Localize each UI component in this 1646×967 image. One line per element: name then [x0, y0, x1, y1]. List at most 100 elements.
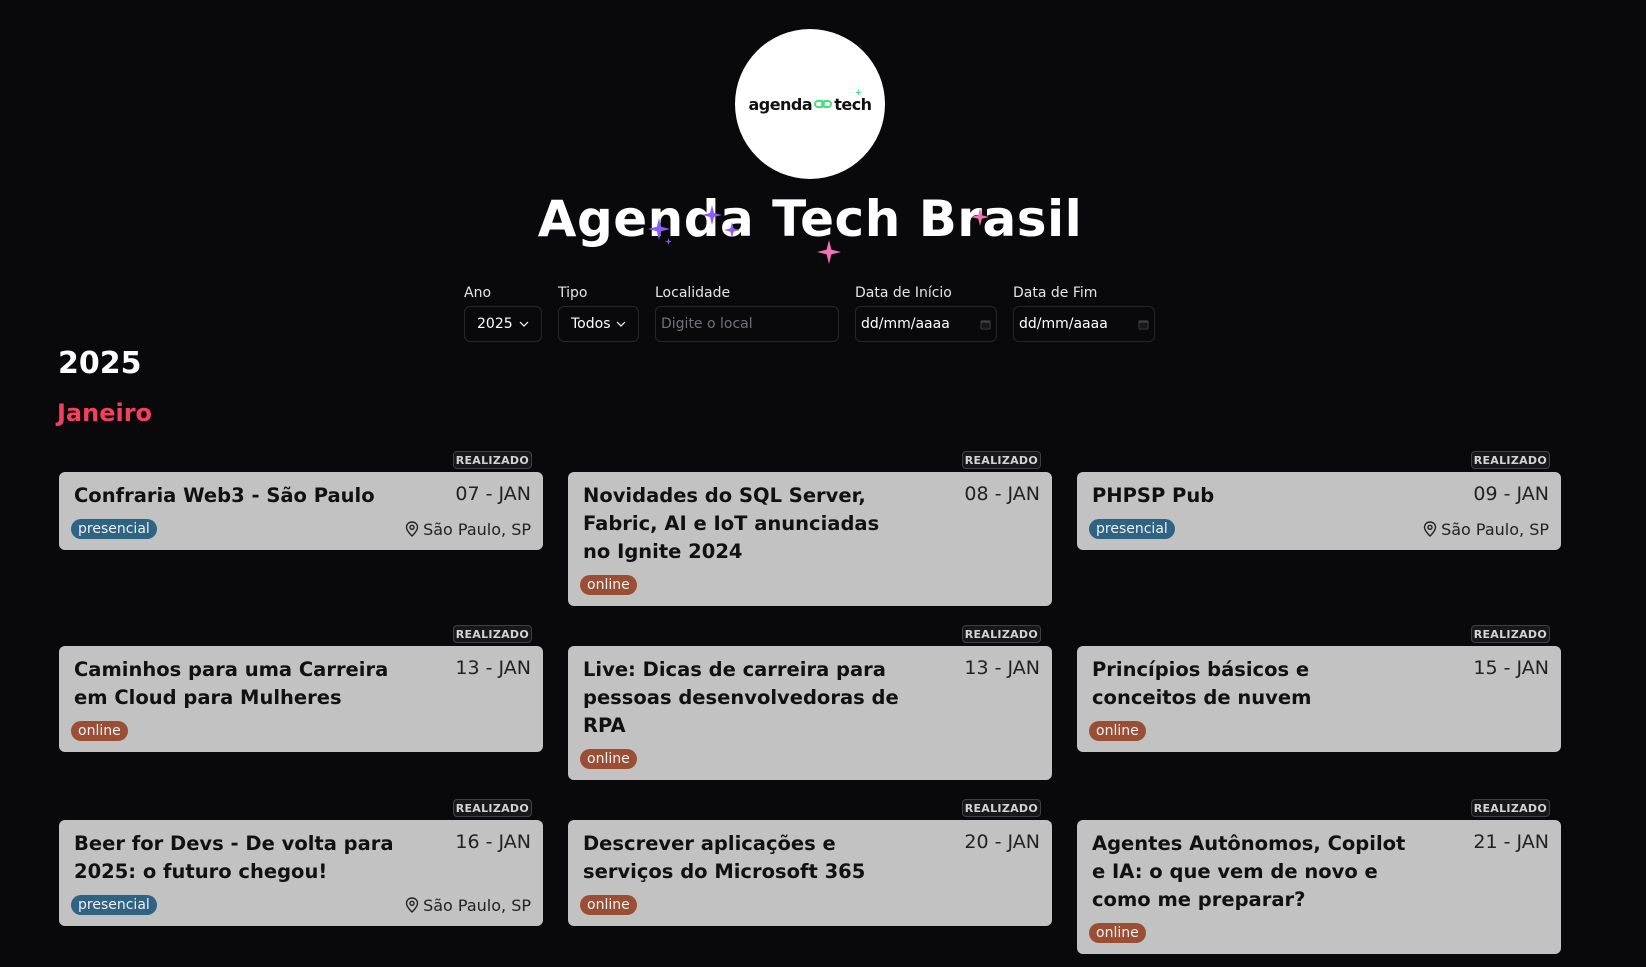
end-date-input[interactable]: dd/mm/aaaa — [1013, 306, 1155, 342]
event-title[interactable]: Beer for Devs - De volta para 2025: o fu… — [71, 830, 401, 886]
event-type-tag: online — [580, 895, 637, 915]
location-input-placeholder: Digite o local — [661, 316, 753, 332]
status-badge: REALIZADO — [961, 799, 1041, 817]
status-badge: REALIZADO — [961, 451, 1041, 469]
calendar-icon[interactable] — [1138, 319, 1149, 330]
status-badge: REALIZADO — [452, 625, 532, 643]
year-select-value: 2025 — [477, 316, 513, 332]
event-card-body[interactable]: PHPSP Pub 09 - JAN presencial São Paulo, SP — [1077, 472, 1561, 550]
event-date: 13 - JAN — [964, 657, 1040, 679]
start-date-input[interactable]: dd/mm/aaaa — [855, 306, 997, 342]
start-date-value: dd/mm/aaaa — [861, 316, 950, 332]
event-type-tag: presencial — [71, 895, 157, 915]
event-location: São Paulo, SP — [405, 520, 531, 539]
event-location-text: São Paulo, SP — [1441, 519, 1549, 539]
event-card[interactable]: REALIZADO Confraria Web3 - São Paulo 07 - … — [59, 451, 543, 550]
link-icon — [814, 100, 833, 108]
filter-tipo: Tipo Todos — [558, 285, 639, 342]
filter-localidade: Localidade Digite o local — [655, 285, 839, 342]
map-pin-icon — [1423, 521, 1437, 537]
event-card[interactable]: REALIZADO PHPSP Pub 09 - JAN presencial São … — [1077, 451, 1561, 550]
map-pin-icon — [405, 897, 419, 913]
sparkle-icon — [665, 238, 672, 245]
year-select[interactable]: 2025 — [464, 306, 542, 342]
event-location: São Paulo, SP — [1423, 520, 1549, 539]
event-card[interactable]: REALIZADO Novidades do SQL Server, Fabric… — [568, 451, 1052, 606]
event-date: 21 - JAN — [1473, 831, 1549, 853]
page-title: Agenda Tech Brasil — [537, 190, 1083, 248]
logo-text-agenda: agenda — [748, 94, 813, 114]
type-select-value: Todos — [571, 316, 611, 332]
filter-data-fim: Data de Fim dd/mm/aaaa — [1013, 285, 1155, 342]
event-type-tag: presencial — [71, 519, 157, 539]
filter-data-inicio-label: Data de Início — [855, 285, 952, 301]
event-card[interactable]: REALIZADO Agentes Autônomos, Copilot e IA… — [1077, 799, 1561, 954]
event-title[interactable]: PHPSP Pub — [1089, 482, 1419, 510]
event-title[interactable]: Descrever aplicações e serviços do Micro… — [580, 830, 910, 886]
filter-tipo-label: Tipo — [558, 285, 588, 301]
event-title[interactable]: Live: Dicas de carreira para pessoas des… — [580, 656, 910, 740]
month-heading: Janeiro — [57, 399, 153, 427]
logo-wordmark: agenda tech — [748, 88, 872, 114]
event-title[interactable]: Agentes Autônomos, Copilot e IA: o que v… — [1089, 830, 1419, 914]
sparkle-icon — [702, 205, 722, 225]
event-card[interactable]: REALIZADO Princípios básicos e conceitos … — [1077, 625, 1561, 752]
event-card[interactable]: REALIZADO Beer for Devs - De volta para 2… — [59, 799, 543, 926]
event-card-body[interactable]: Princípios básicos e conceitos de nuvem 1… — [1077, 646, 1561, 752]
event-type-tag: online — [1089, 923, 1146, 943]
status-badge: REALIZADO — [452, 451, 532, 469]
filter-ano: Ano 2025 — [464, 285, 542, 342]
event-date: 09 - JAN — [1473, 483, 1549, 505]
event-location-text: São Paulo, SP — [423, 519, 531, 539]
event-card[interactable]: REALIZADO Caminhos para uma Carreira em C… — [59, 625, 543, 752]
event-date: 08 - JAN — [964, 483, 1040, 505]
event-title[interactable]: Novidades do SQL Server, Fabric, AI e Io… — [580, 482, 910, 566]
filter-ano-label: Ano — [464, 285, 492, 301]
sparkle-icon — [724, 222, 740, 238]
event-title[interactable]: Confraria Web3 - São Paulo — [71, 482, 401, 510]
event-location-text: São Paulo, SP — [423, 895, 531, 915]
sparkle-icon — [854, 88, 862, 96]
event-card-body[interactable]: Agentes Autônomos, Copilot e IA: o que v… — [1077, 820, 1561, 954]
site-logo[interactable]: agenda tech — [735, 29, 885, 179]
event-card-body[interactable]: Confraria Web3 - São Paulo 07 - JAN presen… — [59, 472, 543, 550]
sparkle-icon — [648, 218, 670, 240]
event-date: 07 - JAN — [455, 483, 531, 505]
calendar-icon[interactable] — [980, 319, 991, 330]
event-card-body[interactable]: Caminhos para uma Carreira em Cloud para… — [59, 646, 543, 752]
event-type-tag: online — [1089, 721, 1146, 741]
event-card-body[interactable]: Beer for Devs - De volta para 2025: o fu… — [59, 820, 543, 926]
event-card-body[interactable]: Novidades do SQL Server, Fabric, AI e Io… — [568, 472, 1052, 606]
event-date: 13 - JAN — [455, 657, 531, 679]
status-badge: REALIZADO — [1470, 451, 1550, 469]
event-date: 15 - JAN — [1473, 657, 1549, 679]
chevron-down-icon — [616, 321, 626, 327]
filter-bar: Ano 2025 Tipo Todos Localidade Digite o … — [464, 285, 1155, 342]
sparkle-icon — [817, 240, 841, 264]
event-title[interactable]: Princípios básicos e conceitos de nuvem — [1089, 656, 1419, 712]
status-badge: REALIZADO — [1470, 625, 1550, 643]
location-input[interactable]: Digite o local — [655, 306, 839, 342]
event-card[interactable]: REALIZADO Live: Dicas de carreira para pe… — [568, 625, 1052, 780]
end-date-value: dd/mm/aaaa — [1019, 316, 1108, 332]
event-type-tag: presencial — [1089, 519, 1175, 539]
event-location: São Paulo, SP — [405, 896, 531, 915]
event-date: 20 - JAN — [964, 831, 1040, 853]
chevron-down-icon — [519, 321, 529, 327]
event-date: 16 - JAN — [455, 831, 531, 853]
logo-text-tech: tech — [834, 94, 872, 114]
event-card-body[interactable]: Live: Dicas de carreira para pessoas des… — [568, 646, 1052, 780]
status-badge: REALIZADO — [452, 799, 532, 817]
event-title[interactable]: Caminhos para uma Carreira em Cloud para… — [71, 656, 401, 712]
event-card[interactable]: REALIZADO Descrever aplicações e serviços… — [568, 799, 1052, 926]
event-type-tag: online — [580, 575, 637, 595]
event-type-tag: online — [580, 749, 637, 769]
year-heading: 2025 — [58, 346, 142, 381]
event-card-body[interactable]: Descrever aplicações e serviços do Micro… — [568, 820, 1052, 926]
filter-localidade-label: Localidade — [655, 285, 731, 301]
map-pin-icon — [405, 521, 419, 537]
event-type-tag: online — [71, 721, 128, 741]
filter-data-inicio: Data de Início dd/mm/aaaa — [855, 285, 997, 342]
status-badge: REALIZADO — [1470, 799, 1550, 817]
type-select[interactable]: Todos — [558, 306, 639, 342]
